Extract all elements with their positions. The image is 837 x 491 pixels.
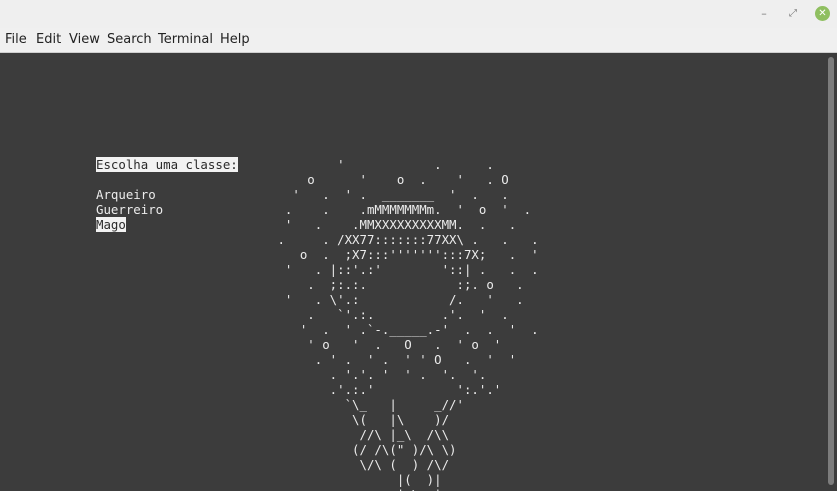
menu-search[interactable]: Search xyxy=(107,32,152,47)
title-bar[interactable]: – ⤢ ✕ xyxy=(0,0,837,28)
wizard-ascii-art: ' . . o ' o . ' . O ' . ' . _______ ' . … xyxy=(277,157,539,491)
menu-edit[interactable]: Edit xyxy=(36,32,61,47)
scrollbar[interactable] xyxy=(826,53,837,491)
menu-file[interactable]: File xyxy=(5,32,27,47)
terminal-window: – ⤢ ✕ File Edit View Search Terminal Hel… xyxy=(0,0,837,491)
menu-bar: File Edit View Search Terminal Help xyxy=(0,28,837,53)
close-button[interactable]: ✕ xyxy=(815,6,830,21)
maximize-button[interactable]: ⤢ xyxy=(786,7,800,21)
class-prompt: Escolha uma classe: xyxy=(96,157,238,172)
minimize-button[interactable]: – xyxy=(757,7,771,21)
option-arqueiro[interactable]: Arqueiro xyxy=(96,187,156,202)
terminal-area[interactable]: Escolha uma classe: Arqueiro Guerreiro M… xyxy=(0,53,826,491)
option-guerreiro[interactable]: Guerreiro xyxy=(96,202,163,217)
menu-view[interactable]: View xyxy=(69,32,100,47)
scrollbar-thumb[interactable] xyxy=(828,57,834,485)
menu-help[interactable]: Help xyxy=(220,32,250,47)
option-mago-selected[interactable]: Mago xyxy=(96,217,126,232)
menu-terminal[interactable]: Terminal xyxy=(158,32,213,47)
